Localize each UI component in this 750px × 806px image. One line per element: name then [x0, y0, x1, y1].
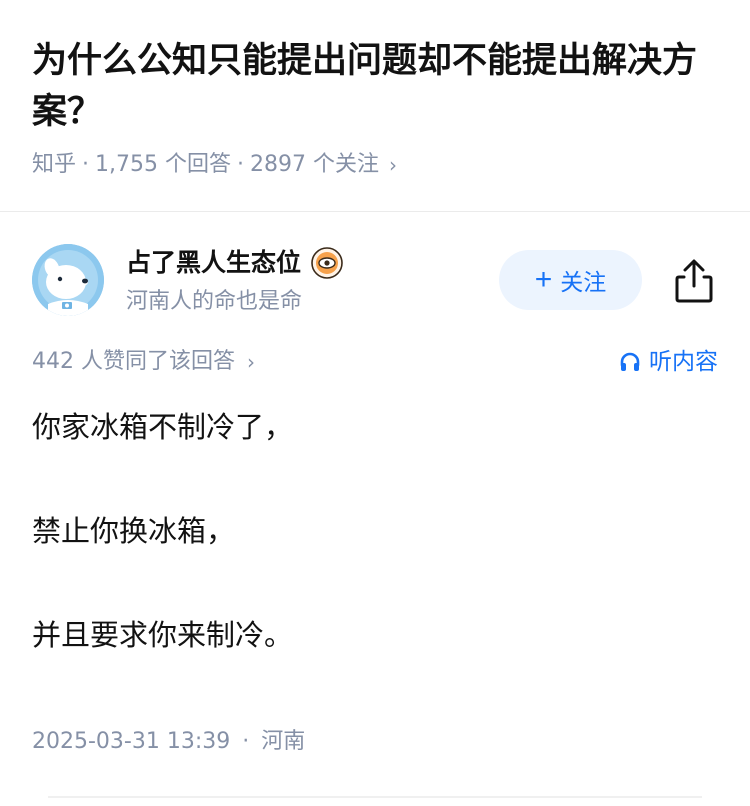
question-title[interactable]: 为什么公知只能提出问题却不能提出解决方案？	[32, 36, 722, 138]
plus-icon: +	[534, 263, 553, 296]
answer-location: 河南	[261, 729, 306, 754]
headphones-icon	[620, 352, 640, 371]
answer-footer: 2025-03-31 13:39 · 河南	[32, 726, 305, 758]
listen-button[interactable]: 听内容	[619, 344, 718, 380]
author-name[interactable]: 占了黑人生态位	[126, 244, 301, 282]
vote-row: 442 人赞同了该回答 › 听内容	[32, 344, 718, 380]
author-bio: 河南人的命也是命	[126, 289, 303, 314]
avatar[interactable]	[32, 244, 104, 316]
question-meta[interactable]: 知乎 · 1,755 个回答 · 2897 个关注 ›	[32, 148, 397, 182]
answer-date: 2025-03-31 13:39	[32, 729, 231, 754]
divider	[0, 211, 750, 212]
chevron-right-icon: ›	[247, 350, 255, 374]
listen-label: 听内容	[649, 349, 718, 375]
vote-summary[interactable]: 442 人赞同了该回答 ›	[32, 344, 255, 380]
answer-paragraph: 并且要求你来制冷。	[32, 618, 294, 652]
author-row: 占了黑人生态位 河南人的命也是命 + 关注	[32, 244, 718, 320]
answers-count: 1,755 个回答	[95, 152, 231, 177]
follow-button[interactable]: + 关注	[499, 250, 642, 310]
chevron-right-icon: ›	[388, 153, 397, 177]
follow-label: 关注	[560, 269, 607, 295]
author-name-row[interactable]: 占了黑人生态位	[126, 244, 343, 282]
bottom-bar-edge	[48, 796, 702, 806]
meta-separator: ·	[242, 729, 250, 754]
followers-count: 2897 个关注	[250, 152, 379, 177]
meta-separator: ·	[237, 152, 244, 177]
answer-paragraph: 禁止你换冰箱，	[32, 514, 236, 548]
meta-separator: ·	[82, 152, 90, 177]
answer-content: 你家冰箱不制冷了， 禁止你换冰箱， 并且要求你来制冷。	[32, 398, 718, 664]
answer-paragraph: 你家冰箱不制冷了，	[32, 410, 294, 444]
eye-badge-icon	[311, 247, 343, 279]
share-icon[interactable]	[672, 258, 716, 304]
vote-count: 442 人赞同了该回答	[32, 349, 235, 374]
question-source: 知乎	[32, 152, 77, 177]
